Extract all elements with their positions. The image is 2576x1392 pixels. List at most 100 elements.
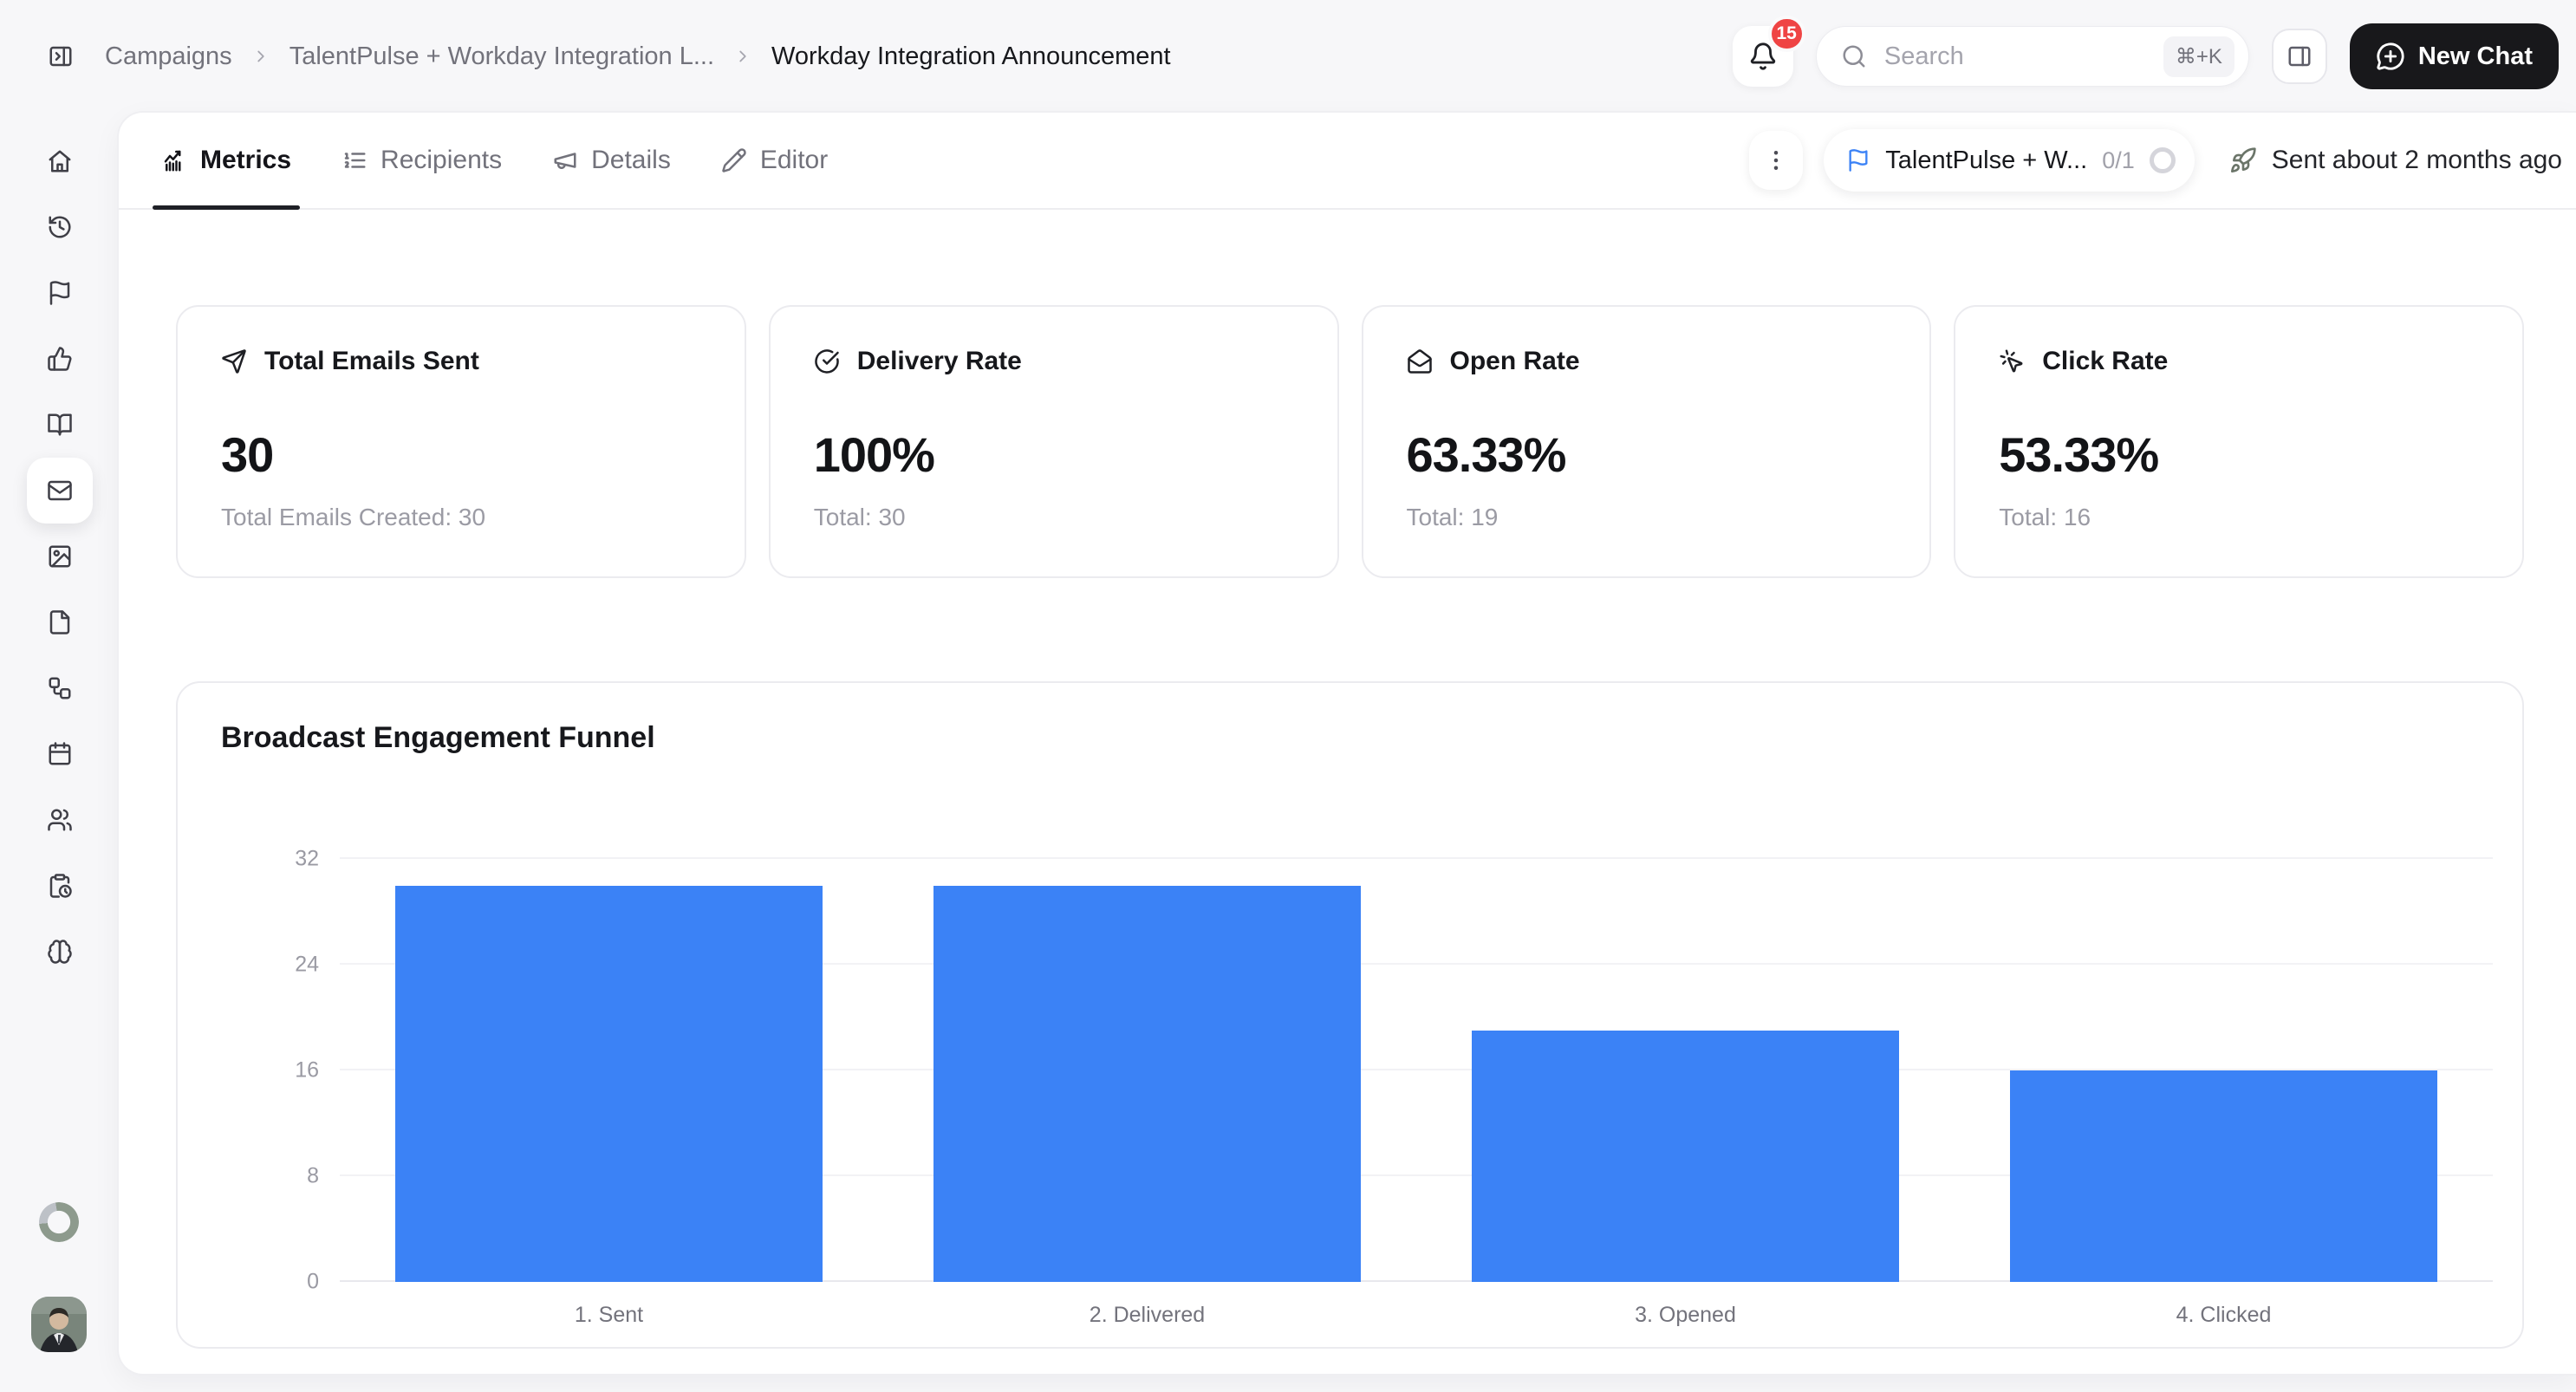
sidebar-item-clipboard-clock[interactable] <box>27 853 93 919</box>
brain-icon <box>47 939 73 965</box>
sidebar-items <box>27 128 93 985</box>
metric-card-title: Click Rate <box>2042 347 2168 376</box>
user-avatar[interactable] <box>31 1297 87 1352</box>
metric-cards-row: Total Emails Sent 30 Total Emails Create… <box>176 305 2524 578</box>
sidebar-item-mail[interactable] <box>27 458 93 524</box>
progress-ring-icon <box>2150 147 2176 173</box>
breadcrumb: Campaigns TalentPulse + Workday Integrat… <box>105 42 1171 71</box>
tab-metrics[interactable]: Metrics <box>161 113 291 208</box>
tab-details[interactable]: Details <box>552 113 671 208</box>
tab-editor[interactable]: Editor <box>721 113 828 208</box>
sidebar-item-calendar[interactable] <box>27 721 93 787</box>
tab-row: Metrics Recipients Details Editor <box>119 113 2576 210</box>
right-panel-toggle-button[interactable] <box>2272 29 2327 84</box>
chevron-right-icon <box>251 47 270 66</box>
cursor-click-icon <box>1999 348 2025 374</box>
panel-right-icon <box>2287 43 2313 69</box>
tab-recipients[interactable]: Recipients <box>342 113 502 208</box>
more-options-button[interactable] <box>1749 131 1803 190</box>
thumbs-up-icon <box>47 346 73 372</box>
home-icon <box>47 148 73 174</box>
mail-open-icon <box>1407 348 1433 374</box>
calendar-icon <box>47 741 73 767</box>
sidebar-item-users[interactable] <box>27 787 93 853</box>
metric-card-value: 53.33% <box>1999 426 2479 483</box>
metric-card-title: Delivery Rate <box>857 347 1022 376</box>
metric-card-open-rate: Open Rate 63.33% Total: 19 <box>1362 305 1932 578</box>
pen-icon <box>721 147 747 173</box>
x-axis-category-label: 2. Delivered <box>878 1303 1416 1328</box>
notifications-button[interactable]: 15 <box>1733 26 1793 87</box>
y-axis-tick-label: 8 <box>307 1164 319 1189</box>
check-circle-icon <box>814 348 840 374</box>
campaign-pill-progress: 0/1 <box>2102 147 2135 174</box>
sidebar-item-brain[interactable] <box>27 919 93 985</box>
metric-card-subtitle: Total: 19 <box>1407 504 1887 531</box>
usage-ring <box>39 1202 79 1242</box>
funnel-bar-opened <box>1472 1031 1899 1282</box>
new-chat-label: New Chat <box>2418 42 2533 71</box>
y-axis-tick-label: 16 <box>295 1058 319 1083</box>
users-icon <box>47 807 73 833</box>
metric-card-title: Total Emails Sent <box>264 347 479 376</box>
funnel-bar-delivered <box>933 886 1361 1283</box>
metric-card-value: 30 <box>221 426 701 483</box>
chevron-right-icon <box>733 47 752 66</box>
breadcrumb-current-page: Workday Integration Announcement <box>771 42 1171 71</box>
sidebar-toggle-icon[interactable] <box>48 43 74 69</box>
sidebar-item-workflow[interactable] <box>27 655 93 721</box>
sidebar-item-book-open[interactable] <box>27 392 93 458</box>
dots-vertical-icon <box>1763 147 1789 173</box>
gridline-y-32 <box>340 857 2493 859</box>
sent-status-text: Sent about 2 months ago <box>2272 146 2562 175</box>
sidebar-item-home[interactable] <box>27 128 93 194</box>
x-axis-category-label: 4. Clicked <box>1955 1303 2493 1328</box>
main-panel: Metrics Recipients Details Editor <box>119 113 2576 1374</box>
tab-label: Metrics <box>200 146 291 175</box>
tab-label: Details <box>591 146 671 175</box>
flag-icon <box>47 280 73 306</box>
tabs: Metrics Recipients Details Editor <box>161 113 828 208</box>
send-icon <box>221 348 247 374</box>
search-input[interactable] <box>1883 42 2148 72</box>
funnel-bar-clicked <box>2010 1070 2437 1282</box>
campaign-pill[interactable]: TalentPulse + W... 0/1 <box>1824 129 2194 192</box>
new-chat-button[interactable]: New Chat <box>2350 23 2559 89</box>
history-icon <box>47 214 73 240</box>
rocket-icon <box>2229 146 2257 174</box>
search-shortcut-hint: ⌘+K <box>2163 36 2234 77</box>
chart-icon <box>161 147 187 173</box>
topbar-actions: 15 ⌘+K New Chat <box>1733 23 2559 89</box>
metric-card-click-rate: Click Rate 53.33% Total: 16 <box>1954 305 2524 578</box>
tab-label: Recipients <box>381 146 502 175</box>
sidebar-item-file[interactable] <box>27 589 93 655</box>
sidebar-item-image[interactable] <box>27 524 93 589</box>
notification-count-badge: 15 <box>1768 16 1805 52</box>
y-axis-tick-label: 0 <box>307 1270 319 1295</box>
mail-icon <box>47 478 73 504</box>
chart-title: Broadcast Engagement Funnel <box>221 721 655 755</box>
x-axis-category-label: 3. Opened <box>1416 1303 1955 1328</box>
tab-label: Editor <box>760 146 828 175</box>
metric-card-subtitle: Total Emails Created: 30 <box>221 504 701 531</box>
metric-card-subtitle: Total: 30 <box>814 504 1294 531</box>
sidebar-nav <box>0 113 119 1392</box>
flag-icon <box>1846 148 1870 172</box>
chat-plus-icon <box>2376 42 2405 71</box>
breadcrumb-campaigns[interactable]: Campaigns <box>105 42 232 71</box>
metric-card-value: 63.33% <box>1407 426 1887 483</box>
megaphone-icon <box>552 147 578 173</box>
global-search[interactable]: ⌘+K <box>1816 26 2249 87</box>
workflow-icon <box>47 675 73 701</box>
metric-card-value: 100% <box>814 426 1294 483</box>
breadcrumb-campaign-name[interactable]: TalentPulse + Workday Integration L... <box>289 42 714 71</box>
top-bar: Campaigns TalentPulse + Workday Integrat… <box>0 0 2576 113</box>
metric-card-total-sent: Total Emails Sent 30 Total Emails Create… <box>176 305 746 578</box>
tab-actions: TalentPulse + W... 0/1 Sent about 2 mont… <box>1749 129 2562 192</box>
search-icon <box>1841 43 1867 69</box>
sidebar-item-history[interactable] <box>27 194 93 260</box>
image-icon <box>47 543 73 569</box>
sidebar-item-flag[interactable] <box>27 260 93 326</box>
sidebar-item-thumbs-up[interactable] <box>27 326 93 392</box>
file-icon <box>47 609 73 635</box>
